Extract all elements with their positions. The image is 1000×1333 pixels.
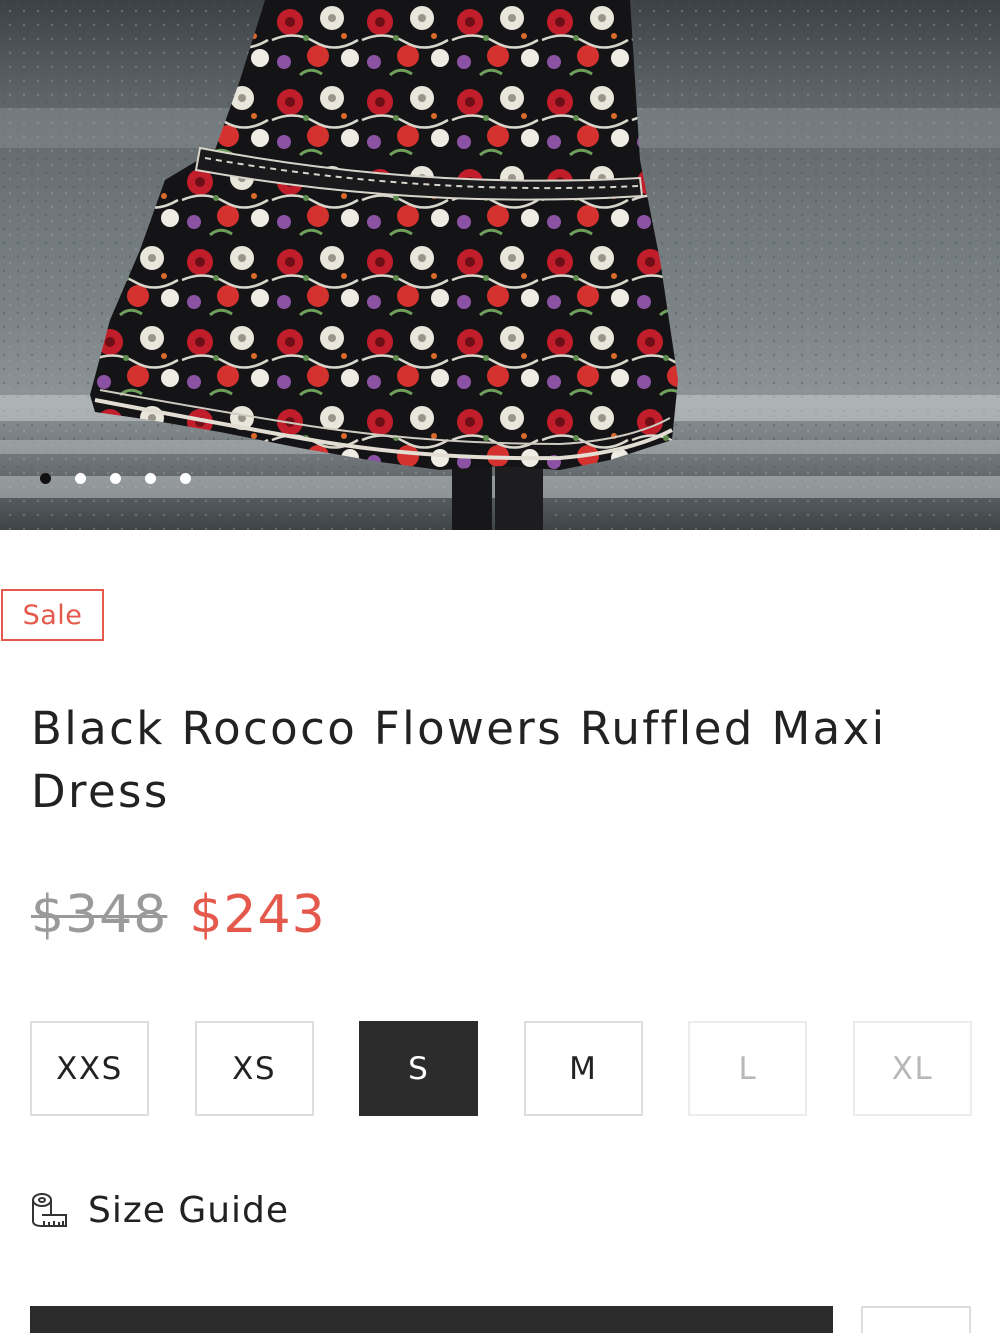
size-option-xxs[interactable]: XXS: [30, 1021, 149, 1116]
size-option-m[interactable]: M: [523, 1021, 643, 1116]
carousel-dot-3[interactable]: [110, 472, 121, 484]
size-guide-link[interactable]: Size Guide: [30, 1185, 289, 1235]
carousel-dot-1[interactable]: [40, 472, 51, 484]
carousel-dot-4[interactable]: [145, 472, 156, 484]
measuring-tape-icon: [32, 1193, 67, 1227]
size-selector: XXS XS S M L XL: [30, 1021, 972, 1117]
size-option-xl[interactable]: XL: [852, 1021, 972, 1116]
size-guide-label: Size Guide: [88, 1189, 290, 1231]
original-price: $348: [31, 885, 168, 945]
sale-price: $243: [189, 885, 326, 945]
product-image-carousel[interactable]: [0, 0, 1000, 530]
product-photo: [0, 0, 1000, 530]
carousel-dot-5[interactable]: [180, 472, 191, 484]
wishlist-button[interactable]: [861, 1306, 971, 1333]
add-to-cart-button[interactable]: [30, 1306, 833, 1333]
size-option-xs[interactable]: XS: [194, 1021, 314, 1116]
carousel-pagination: [40, 471, 191, 485]
price-block: $348 $243: [31, 885, 326, 955]
sale-badge: Sale: [1, 589, 104, 641]
product-title: Black Rococo Flowers Ruffled Maxi Dress: [31, 702, 887, 818]
size-option-s[interactable]: S: [359, 1021, 479, 1116]
product-page: Sale Black Rococo Flowers Ruffled Maxi D…: [0, 0, 1000, 1333]
size-option-l[interactable]: L: [688, 1021, 808, 1116]
carousel-dot-2[interactable]: [75, 472, 86, 484]
